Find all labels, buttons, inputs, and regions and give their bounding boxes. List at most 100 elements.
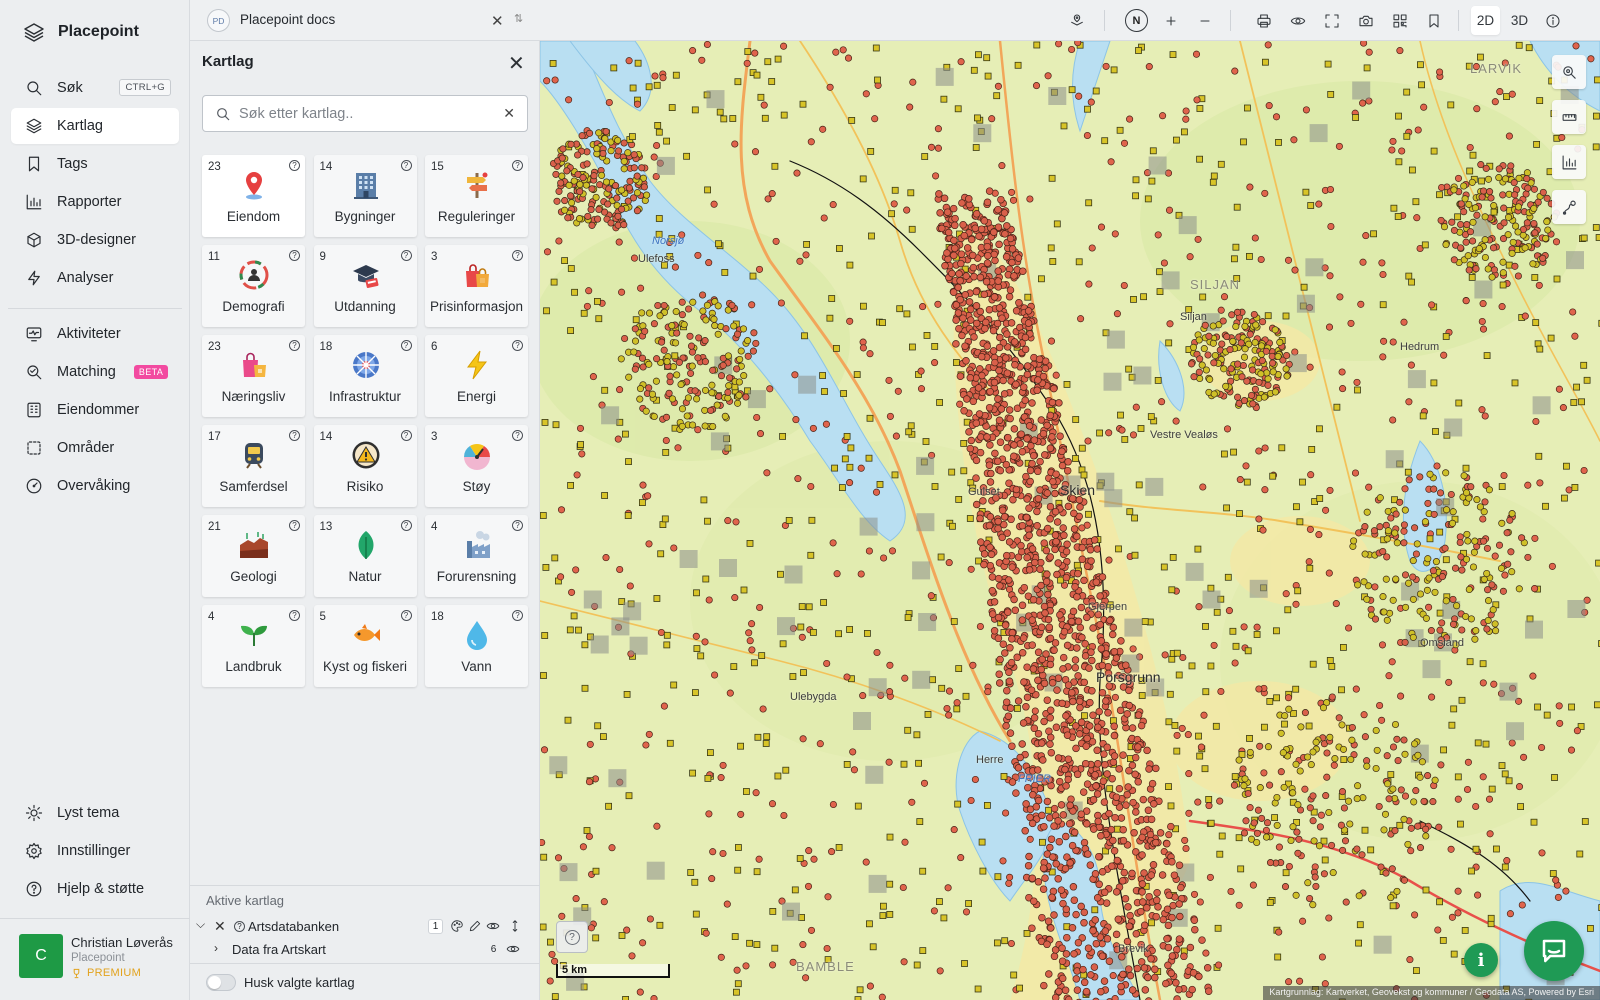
fullscreen-button[interactable]	[1320, 9, 1344, 33]
category-stoy[interactable]: 3 ? Støy	[425, 425, 528, 507]
nav-item-omrader[interactable]: Områder	[11, 430, 179, 466]
nav-item-tags[interactable]: Tags	[11, 146, 179, 182]
map-canvas[interactable]	[540, 41, 1600, 1000]
chevron-right-icon[interactable]: ›	[214, 941, 218, 955]
layers-pin-button[interactable]	[1065, 9, 1089, 33]
nav-item-analyser[interactable]: Analyser	[11, 260, 179, 296]
eye-icon[interactable]	[506, 942, 522, 958]
help-icon[interactable]: ?	[400, 160, 412, 171]
category-demografi[interactable]: 11 ? Demografi	[202, 245, 305, 327]
nav-item-search[interactable]: Søk CTRL+G	[11, 70, 179, 106]
zoom-in-button[interactable]	[1159, 9, 1183, 33]
help-icon[interactable]: ?	[512, 430, 523, 441]
category-eiendom[interactable]: 23 ? Eiendom	[202, 155, 305, 237]
nav-item-eiendommer[interactable]: Eiendommer	[11, 392, 179, 428]
category-forurensning[interactable]: 4 ? Forurensning	[425, 515, 528, 597]
nav-item-3d-designer[interactable]: 3D-designer	[11, 222, 179, 258]
category-natur[interactable]: 13 ? Natur	[313, 515, 417, 597]
category-infrastruktur[interactable]: 18 ? Infrastruktur	[313, 335, 417, 417]
help-icon[interactable]: ?	[234, 921, 245, 932]
category-geologi[interactable]: 21 ? Geologi	[202, 515, 305, 597]
nav-item-innstillinger[interactable]: Innstillinger	[11, 833, 179, 869]
category-kyst-og-fiskeri[interactable]: 5 ? Kyst og fiskeri	[313, 605, 417, 687]
mode-2d-button[interactable]: 2D	[1471, 6, 1500, 35]
print-button[interactable]	[1252, 9, 1276, 33]
help-icon[interactable]: ?	[400, 520, 412, 531]
bookmark-button[interactable]	[1422, 9, 1446, 33]
place-label: LARVIK	[1470, 61, 1523, 76]
help-icon[interactable]: ?	[512, 520, 523, 531]
help-icon[interactable]: ?	[289, 340, 300, 351]
route-button[interactable]	[1552, 190, 1586, 224]
category-utdanning[interactable]: 9 ? Utdanning	[313, 245, 417, 327]
nav-item-rapporter[interactable]: Rapporter	[11, 184, 179, 220]
info-button[interactable]	[1541, 9, 1565, 33]
help-icon: ?	[564, 929, 580, 945]
palette-icon[interactable]	[450, 919, 466, 935]
clear-icon[interactable]: ✕	[503, 105, 515, 122]
category-count: 15	[431, 161, 444, 173]
user-profile[interactable]: C Christian Løverås Placepoint PREMIUM	[0, 918, 190, 1000]
zoom-out-button[interactable]	[1193, 9, 1217, 33]
help-icon[interactable]: ?	[512, 610, 523, 621]
help-icon[interactable]: ?	[512, 250, 523, 261]
brand[interactable]: Placepoint	[22, 20, 139, 44]
compass-button[interactable]: N	[1125, 9, 1148, 32]
pencil-icon[interactable]	[468, 919, 484, 935]
nav-item-aktiviteter[interactable]: Aktiviteter	[11, 316, 179, 352]
close-icon[interactable]: ✕	[491, 12, 504, 30]
help-icon[interactable]: ?	[400, 250, 412, 261]
help-icon[interactable]: ?	[512, 160, 523, 171]
place-label: Ulebygda	[790, 691, 837, 703]
active-layer-row[interactable]: ⌵ ✕ ? Artsdatabanken 1	[190, 917, 540, 939]
nav-item-overvaking[interactable]: Overvåking	[11, 468, 179, 504]
nav-item-matching[interactable]: Matching BETA	[11, 354, 179, 390]
place-label: BAMBLE	[796, 959, 855, 974]
category-vann[interactable]: 18 ? Vann	[425, 605, 528, 687]
qr-button[interactable]	[1388, 9, 1412, 33]
layer-search-input[interactable]	[239, 104, 489, 124]
category-energi[interactable]: 6 ? Energi	[425, 335, 528, 417]
measure-button[interactable]	[1552, 100, 1586, 134]
nav-item-hjelp[interactable]: Hjelp & støtte	[11, 871, 179, 907]
chat-button[interactable]	[1524, 921, 1584, 981]
category-count: 18	[319, 341, 333, 353]
workspace-name[interactable]: Placepoint docs	[240, 12, 335, 27]
map-pin-search-button[interactable]	[1552, 55, 1586, 89]
category-prisinformasjon[interactable]: 3 ? Prisinformasjon	[425, 245, 528, 327]
category-landbruk[interactable]: 4 ? Landbruk	[202, 605, 305, 687]
mode-3d-button[interactable]: 3D	[1505, 6, 1534, 35]
category-samferdsel[interactable]: 17 ? Samferdsel	[202, 425, 305, 507]
help-icon[interactable]: ?	[289, 610, 300, 621]
nav-item-lyst-tema[interactable]: Lyst tema	[11, 795, 179, 831]
help-icon[interactable]: ?	[400, 340, 412, 351]
help-icon[interactable]: ?	[400, 610, 412, 621]
remember-layers-toggle[interactable]	[206, 974, 236, 991]
drag-handle-icon[interactable]	[508, 919, 524, 935]
active-sublayer-row[interactable]: › Data fra Artskart 6	[190, 940, 540, 962]
category-reguleringer[interactable]: 15 ? Reguleringer	[425, 155, 528, 237]
category-naeringsliv[interactable]: 23 ? Næringsliv	[202, 335, 305, 417]
nav-item-kartlag[interactable]: Kartlag	[11, 108, 179, 144]
statistics-button[interactable]	[1552, 145, 1586, 179]
info-fab-button[interactable]: i	[1464, 943, 1498, 977]
eye-button[interactable]	[1286, 9, 1310, 33]
chevron-down-icon[interactable]: ⌵	[196, 917, 205, 932]
help-icon[interactable]: ?	[512, 340, 523, 351]
map-help-button[interactable]: ?	[556, 921, 588, 953]
eye-icon[interactable]	[486, 919, 502, 935]
sort-arrows-icon[interactable]: ⇅	[514, 12, 523, 25]
help-icon[interactable]: ?	[289, 430, 300, 441]
category-bygninger[interactable]: 14 ? Bygninger	[313, 155, 417, 237]
help-icon[interactable]: ?	[400, 430, 412, 441]
remove-layer-icon[interactable]: ✕	[214, 918, 226, 935]
screenshot-button[interactable]	[1354, 9, 1378, 33]
user-org: Placepoint	[71, 952, 125, 964]
category-risiko[interactable]: 14 ? Risiko	[313, 425, 417, 507]
help-icon[interactable]: ?	[289, 160, 300, 171]
help-icon[interactable]: ?	[289, 250, 300, 261]
close-icon[interactable]: ✕	[508, 51, 525, 76]
map-view[interactable]: Skien Porsgrunn Ulefoss Norsjø Gulset Gj…	[540, 41, 1600, 1000]
place-label: SILJAN	[1190, 277, 1241, 292]
help-icon[interactable]: ?	[289, 520, 300, 531]
